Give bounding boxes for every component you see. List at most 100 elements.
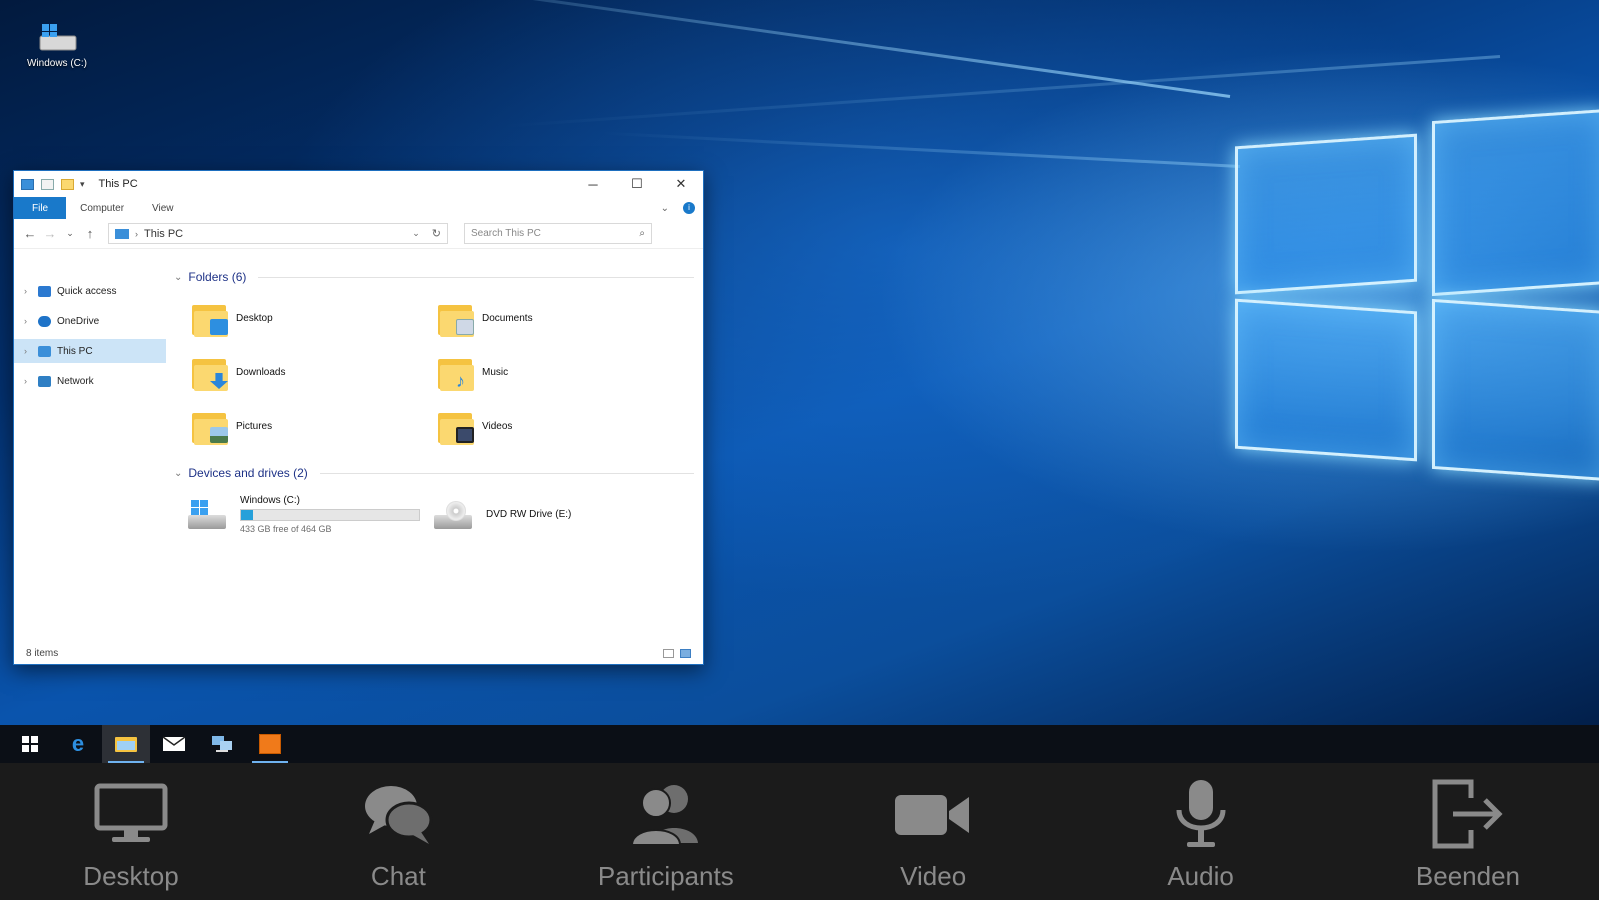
video-camera-icon	[893, 779, 973, 849]
desktop-icon-label: Windows (C:)	[26, 58, 87, 69]
help-icon[interactable]: i	[675, 197, 703, 219]
network-icon	[212, 736, 232, 752]
expand-chevron-icon[interactable]: ›	[24, 346, 32, 356]
up-arrow-icon[interactable]: ↑	[80, 226, 100, 241]
breadcrumb-separator-icon[interactable]: ›	[135, 229, 138, 239]
taskbar-network[interactable]	[198, 725, 246, 763]
window-title: This PC	[98, 178, 138, 190]
folder-label: Desktop	[236, 312, 273, 324]
documents-folder-icon	[436, 299, 474, 337]
forward-arrow-icon[interactable]: →	[40, 226, 60, 241]
taskbar-edge[interactable]: e	[54, 725, 102, 763]
taskbar-file-explorer[interactable]	[102, 725, 150, 763]
drives-group-header[interactable]: ⌄ Devices and drives (2)	[174, 463, 694, 483]
group-title: Devices and drives (2)	[188, 466, 308, 480]
dvd-drive-icon	[432, 497, 476, 533]
expand-ribbon-icon[interactable]: ⌄	[655, 197, 675, 219]
file-explorer-window[interactable]: ▾ This PC ─ ☐ ✕ File Computer View ⌄ i ←…	[13, 170, 704, 665]
star-icon	[38, 285, 51, 297]
expand-chevron-icon[interactable]: ›	[24, 286, 32, 296]
nav-item-label: This PC	[57, 345, 93, 357]
hard-drive-icon	[186, 497, 230, 533]
this-pc-icon	[21, 178, 34, 190]
folder-videos[interactable]: Videos	[436, 405, 682, 447]
nav-item-this-pc[interactable]: › This PC	[14, 339, 166, 363]
chat-button[interactable]: Chat	[303, 763, 493, 900]
address-field[interactable]: › This PC ⌄ ↻	[108, 223, 448, 244]
nav-item-quick-access[interactable]: › Quick access	[14, 279, 166, 303]
collapse-chevron-icon[interactable]: ⌄	[174, 468, 182, 479]
properties-icon[interactable]	[41, 178, 54, 190]
ribbon-tabs: File Computer View ⌄ i	[14, 197, 703, 219]
folder-pictures[interactable]: Pictures	[190, 405, 436, 447]
file-explorer-icon	[115, 737, 137, 752]
edge-icon: e	[71, 731, 85, 756]
pictures-folder-icon	[190, 407, 228, 445]
audio-button[interactable]: Audio	[1106, 763, 1296, 900]
folder-documents[interactable]: Documents	[436, 297, 682, 339]
participants-button[interactable]: Participants	[571, 763, 761, 900]
cloud-icon	[38, 315, 51, 327]
control-label: Participants	[597, 861, 734, 891]
nav-item-label: OneDrive	[57, 315, 100, 327]
microphone-icon	[1161, 779, 1241, 849]
video-button[interactable]: Video	[838, 763, 1028, 900]
participants-icon	[626, 779, 706, 849]
nav-item-onedrive[interactable]: › OneDrive	[14, 309, 166, 333]
back-arrow-icon[interactable]: ←	[20, 226, 40, 241]
drive-icon	[34, 20, 80, 56]
desktop-button[interactable]: Desktop	[36, 763, 226, 900]
address-dropdown-icon[interactable]: ⌄	[412, 228, 420, 239]
folder-label: Documents	[482, 312, 533, 324]
title-bar[interactable]: ▾ This PC ─ ☐ ✕	[14, 171, 703, 197]
folders-group-header[interactable]: ⌄ Folders (6)	[174, 267, 694, 287]
control-label: Audio	[1167, 861, 1234, 891]
drive-free-space: 433 GB free of 464 GB	[240, 524, 332, 534]
start-button[interactable]	[6, 725, 54, 763]
leave-button[interactable]: Beenden	[1373, 763, 1563, 900]
windows-logo-pane	[1432, 298, 1599, 482]
folder-downloads[interactable]: Downloads	[190, 351, 436, 393]
desktop-folder-icon	[190, 299, 228, 337]
control-label: Beenden	[1415, 861, 1520, 891]
minimize-button[interactable]: ─	[571, 171, 615, 197]
windows-start-icon	[22, 736, 38, 752]
group-title: Folders (6)	[188, 270, 247, 284]
collapse-chevron-icon[interactable]: ⌄	[174, 272, 182, 283]
address-text: This PC	[144, 227, 184, 240]
close-button[interactable]: ✕	[659, 171, 703, 197]
folder-desktop[interactable]: Desktop	[190, 297, 436, 339]
details-view-icon[interactable]	[663, 648, 674, 658]
taskbar-app[interactable]	[246, 725, 294, 763]
folders-grid: Desktop Documents Downloads ♪ Music Pict…	[174, 297, 694, 447]
taskbar: e	[0, 725, 1599, 763]
folder-music[interactable]: ♪ Music	[436, 351, 682, 393]
drives-list: Windows (C:) 433 GB free of 464 GB DVD R…	[174, 495, 694, 534]
new-folder-icon[interactable]	[61, 178, 74, 190]
drive-dvd-e[interactable]: DVD RW Drive (E:)	[432, 495, 571, 534]
refresh-icon[interactable]: ↻	[432, 227, 441, 240]
status-bar: 8 items	[14, 642, 703, 664]
expand-chevron-icon[interactable]: ›	[24, 376, 32, 386]
nav-item-network[interactable]: › Network	[14, 369, 166, 393]
app-icon	[259, 734, 281, 754]
tab-file[interactable]: File	[14, 197, 67, 219]
maximize-button[interactable]: ☐	[615, 171, 659, 197]
videos-folder-icon	[436, 407, 474, 445]
item-count: 8 items	[26, 647, 59, 659]
folder-label: Videos	[482, 420, 513, 432]
recent-locations-chevron-icon[interactable]: ⌄	[60, 228, 80, 239]
music-folder-icon: ♪	[436, 353, 474, 391]
large-icons-view-icon[interactable]	[680, 648, 691, 658]
folder-label: Pictures	[236, 420, 273, 432]
tab-view[interactable]: View	[138, 197, 188, 219]
customize-quick-access-icon[interactable]: ▾	[80, 179, 85, 190]
expand-chevron-icon[interactable]: ›	[24, 316, 32, 326]
taskbar-mail[interactable]	[150, 725, 198, 763]
drive-label: DVD RW Drive (E:)	[486, 509, 572, 520]
search-input[interactable]: Search This PC ⌕	[464, 223, 652, 244]
tab-computer[interactable]: Computer	[66, 197, 138, 219]
drive-label: Windows (C:)	[240, 495, 301, 506]
desktop-icon-windows-c[interactable]: Windows (C:)	[22, 20, 92, 69]
drive-windows-c[interactable]: Windows (C:) 433 GB free of 464 GB	[186, 495, 432, 534]
